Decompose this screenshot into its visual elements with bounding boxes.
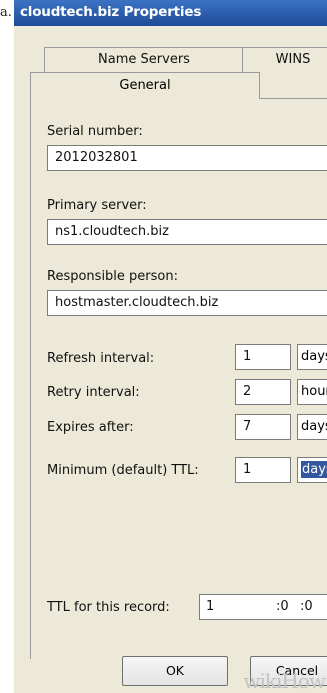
- tab-wins-label: WINS: [275, 52, 311, 67]
- refresh-interval-unit-value: days: [301, 349, 327, 364]
- expires-after-unit-value: days: [301, 419, 327, 434]
- serial-number-label: Serial number:: [47, 124, 143, 139]
- expires-after-unit-select[interactable]: days: [297, 414, 327, 440]
- retry-interval-input[interactable]: 2: [235, 379, 291, 405]
- retry-interval-label: Retry interval:: [47, 385, 140, 400]
- tab-wins[interactable]: WINS: [242, 47, 327, 72]
- record-ttl-input[interactable]: 1 :0 :0: [199, 594, 327, 620]
- retry-interval-unit-value: hours: [301, 384, 327, 399]
- watermark: wikiHow: [243, 669, 326, 693]
- minimum-ttl-label: Minimum (default) TTL:: [47, 463, 199, 478]
- expires-after-label: Expires after:: [47, 420, 134, 435]
- expires-after-input[interactable]: 7: [235, 414, 291, 440]
- responsible-person-input[interactable]: hostmaster.cloudtech.biz: [47, 290, 327, 316]
- minimum-ttl-unit-value: days: [301, 461, 327, 478]
- record-ttl-days: 1: [206, 599, 215, 614]
- refresh-interval-input[interactable]: 1: [235, 344, 291, 370]
- minimum-ttl-input[interactable]: 1: [235, 457, 291, 483]
- record-ttl-label: TTL for this record:: [47, 600, 170, 615]
- properties-dialog: cloudtech.biz Properties Name Servers WI…: [14, 0, 327, 693]
- title-bar[interactable]: cloudtech.biz Properties: [14, 0, 327, 26]
- primary-server-label: Primary server:: [47, 198, 147, 213]
- serial-number-input[interactable]: 2012032801: [47, 145, 327, 171]
- primary-server-input[interactable]: ns1.cloudtech.biz: [47, 219, 327, 245]
- tab-name-servers[interactable]: Name Servers: [44, 47, 244, 72]
- tab-general-label: General: [119, 78, 171, 93]
- stray-prefix-text: a.: [0, 5, 12, 20]
- refresh-interval-unit-select[interactable]: days: [297, 344, 327, 370]
- record-ttl-hours: :0: [276, 599, 289, 614]
- record-ttl-minutes: :0: [300, 599, 313, 614]
- tab-name-servers-label: Name Servers: [98, 52, 190, 67]
- tab-general[interactable]: General: [30, 72, 260, 99]
- ok-button[interactable]: OK: [122, 656, 228, 686]
- responsible-person-label: Responsible person:: [47, 269, 178, 284]
- minimum-ttl-unit-select[interactable]: days: [297, 457, 327, 483]
- window-title: cloudtech.biz Properties: [20, 4, 202, 20]
- refresh-interval-label: Refresh interval:: [47, 351, 155, 366]
- retry-interval-unit-select[interactable]: hours: [297, 379, 327, 405]
